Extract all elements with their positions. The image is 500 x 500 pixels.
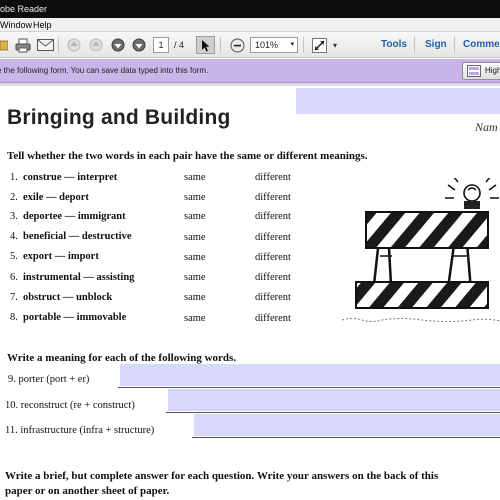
option-same[interactable]: same [184,172,206,183]
form-notice-text: e the following form. You can save data … [0,66,209,75]
menu-item-window[interactable]: Window [0,18,32,32]
word-pair: portable — immovable [23,312,127,323]
email-icon[interactable] [36,36,54,54]
worksheet-title: Bringing and Building [7,106,231,129]
tools-button[interactable]: Tools [381,37,407,53]
pair-number: 8. [10,312,18,323]
chevron-down-icon[interactable]: ▾ [330,36,340,54]
print-icon[interactable] [14,36,32,54]
toolbar-separator [303,37,304,53]
name-label: Nam [475,120,498,134]
word-pair: beneficial — destructive [23,231,132,242]
zoom-select[interactable]: 101% ▾ [250,37,298,53]
toolbar-separator [58,37,59,53]
option-same[interactable]: same [184,313,206,324]
option-different[interactable]: different [255,292,291,303]
menu-bar: Window Help [0,18,500,32]
window-title-bar: obe Reader [0,0,500,18]
answer-line [118,387,500,388]
word-pair: export — import [23,251,99,262]
first-page-icon[interactable] [66,36,82,54]
section-1-instruction: Tell whether the two words in each pair … [7,150,368,162]
word-pair: instrumental — assisting [23,272,135,283]
chevron-down-icon: ▾ [290,41,294,48]
pair-number: 7. [10,292,18,303]
form-notification-bar: e the following form. You can save data … [0,59,500,83]
open-icon[interactable] [0,36,8,54]
document-top-edge [0,83,500,86]
pair-number: 2. [10,192,18,203]
toolbar-separator [414,37,415,53]
option-same[interactable]: same [184,192,206,203]
option-same[interactable]: same [184,252,206,263]
sign-button[interactable]: Sign [425,37,447,53]
option-same[interactable]: same [184,232,206,243]
word-pair: construe — interpret [23,172,118,183]
zoom-out-icon[interactable] [228,36,246,54]
toolbar: / 4 101% ▾ ▾ Tools Sign Comme [0,32,500,58]
barricade-illustration [341,178,500,322]
option-same[interactable]: same [184,211,206,222]
pair-number: 5. [10,251,18,262]
toolbar-separator [220,37,221,53]
highlight-fields-icon [467,65,481,83]
page-number-input[interactable] [153,37,169,53]
option-different[interactable]: different [255,232,291,243]
meaning-label: 9. porter (port + er) [8,374,90,385]
next-page-icon[interactable] [110,36,126,54]
highlight-fields-button[interactable]: High [462,62,500,80]
select-tool-icon[interactable] [196,36,215,54]
pair-number: 3. [10,211,18,222]
option-different[interactable]: different [255,252,291,263]
option-same[interactable]: same [184,272,206,283]
option-same[interactable]: same [184,292,206,303]
pair-number: 4. [10,231,18,242]
meaning-field-reconstruct[interactable] [168,389,500,411]
page-total: / 4 [174,40,185,50]
word-pair: deportee — immigrant [23,211,126,222]
comment-button[interactable]: Comme [463,37,500,53]
answer-line [192,437,500,438]
name-field[interactable] [296,88,500,114]
highlight-fields-label: High [485,66,500,75]
pair-number: 1. [10,172,18,183]
option-different[interactable]: different [255,172,291,183]
last-page-icon[interactable] [131,36,147,54]
menu-item-help[interactable]: Help [33,18,52,32]
option-different[interactable]: different [255,272,291,283]
word-pair: obstruct — unblock [23,292,113,303]
section-2-instruction: Write a meaning for each of the followin… [7,352,237,364]
answer-line [166,412,500,413]
window-title: obe Reader [0,4,48,14]
option-different[interactable]: different [255,313,291,324]
meaning-label: 11. infrastructure (infra + structure) [5,425,155,436]
toolbar-separator [454,37,455,53]
pair-number: 6. [10,272,18,283]
option-different[interactable]: different [255,192,291,203]
option-different[interactable]: different [255,211,291,222]
word-pair: exile — deport [23,192,89,203]
meaning-field-infrastructure[interactable] [194,414,500,436]
meaning-label: 10. reconstruct (re + construct) [5,400,135,411]
section-3-instruction-line-2: paper or on another sheet of paper. [5,485,170,497]
section-3-instruction-line-1: Write a brief, but complete answer for e… [5,470,439,482]
warning-light-icon [445,178,499,209]
fit-page-icon[interactable] [310,36,328,54]
meaning-field-porter[interactable] [120,364,500,386]
zoom-value: 101% [255,40,279,50]
previous-page-icon[interactable] [88,36,104,54]
